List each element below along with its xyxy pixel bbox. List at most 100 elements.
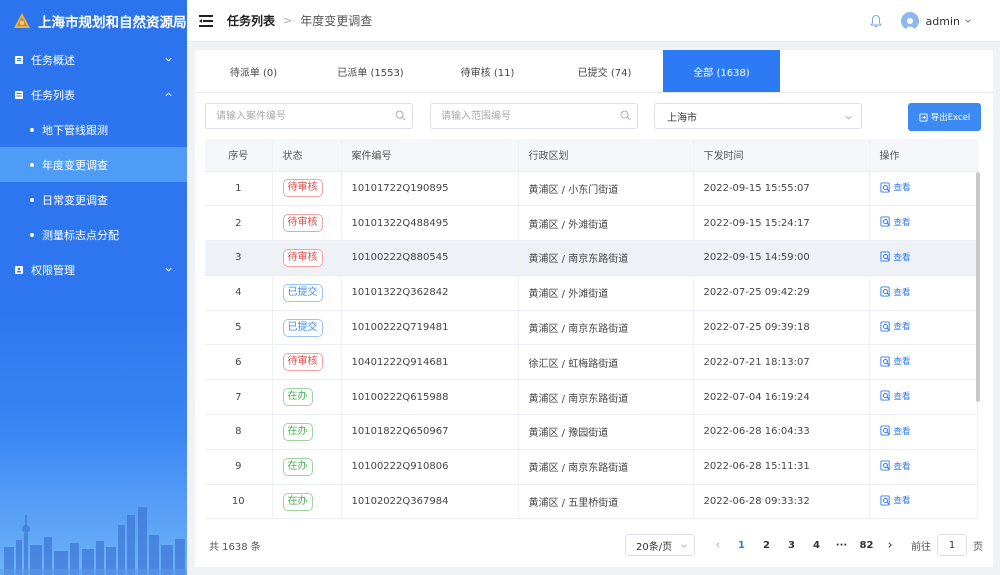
search-icon[interactable] xyxy=(620,110,631,121)
page-number[interactable]: 3 xyxy=(779,534,804,556)
breadcrumb-parent[interactable]: 任务列表 xyxy=(227,12,275,29)
view-button[interactable]: 查看 xyxy=(879,251,911,263)
sidebar-subitem-label: 地下管线跟测 xyxy=(42,123,108,137)
status-badge: 待审核 xyxy=(282,214,323,233)
next-page-button[interactable] xyxy=(879,534,901,556)
sidebar-subitem-survey-markers[interactable]: 测量标志点分配 xyxy=(0,217,187,252)
row-status: 已提交 xyxy=(272,275,342,311)
tab-pending-review[interactable]: 待审核 (11) xyxy=(429,50,546,92)
prev-page-button[interactable] xyxy=(707,534,729,556)
column-header-case-number: 案件编号 xyxy=(341,139,519,172)
table-row[interactable]: 10 在办 10102022Q367984 黄浦区 / 五里桥街道 2022-06-28… xyxy=(205,484,978,520)
view-button[interactable]: 查看 xyxy=(879,216,911,228)
chevron-up-icon xyxy=(165,92,172,97)
table-row[interactable]: 6 待审核 10401222Q914681 徐汇区 / 虹梅路街道 2022-07-21… xyxy=(205,344,978,381)
sidebar-item-label: 权限管理 xyxy=(31,263,75,277)
table-row[interactable]: 1 待审核 10101722Q190895 黄浦区 / 小东门街道 2022-09-15… xyxy=(205,171,978,207)
view-button[interactable]: 查看 xyxy=(879,286,911,298)
brand: 上海市规划和自然资源局 xyxy=(0,0,187,42)
sidebar-menu: 任务概述 任务列表 地下管线跟测 年度变更调查 日常变更调查 测量标志点分配 权… xyxy=(0,42,187,287)
table-row[interactable]: 2 待审核 10101322Q488495 黄浦区 / 外滩街道 2022-09-15 … xyxy=(205,205,978,242)
page-size-select[interactable]: 20条/页 xyxy=(625,534,695,556)
row-region: 黄浦区 / 外滩街道 xyxy=(518,275,694,311)
table-scrollbar[interactable] xyxy=(976,172,980,402)
view-button[interactable]: 查看 xyxy=(879,355,911,367)
sidebar-subitem-pipeline[interactable]: 地下管线跟测 xyxy=(0,112,187,147)
avatar[interactable] xyxy=(900,12,919,30)
chevron-down-icon[interactable] xyxy=(964,17,972,25)
bullet-dot xyxy=(30,197,34,202)
permission-icon xyxy=(15,265,23,274)
row-index: 4 xyxy=(205,275,273,311)
chevron-down-icon xyxy=(845,115,852,120)
pagination-bar: 共 1638 条 20条/页 1234···82 前往 页 xyxy=(205,534,983,556)
column-header-issue-time: 下发时间 xyxy=(693,139,870,172)
breadcrumb-current: 年度变更调查 xyxy=(300,14,373,28)
row-issue-time: 2022-09-15 15:55:07 xyxy=(693,171,870,207)
view-button[interactable]: 查看 xyxy=(879,390,911,402)
row-index: 6 xyxy=(205,344,273,381)
menu-toggle-icon[interactable] xyxy=(199,14,213,27)
table-row[interactable]: 9 在办 10100222Q910806 黄浦区 / 南京东路街道 2022-06-28… xyxy=(205,449,978,485)
view-button[interactable]: 查看 xyxy=(879,494,911,507)
view-icon xyxy=(879,390,890,401)
row-status: 待审核 xyxy=(272,344,342,381)
sidebar-subitem-annual-survey[interactable]: 年度变更调查 xyxy=(0,147,187,182)
tab-pending-dispatch[interactable]: 待派单 (0) xyxy=(195,50,312,92)
export-excel-label: 导出Excel xyxy=(930,113,971,123)
table-row[interactable]: 8 在办 10101822Q650967 黄浦区 / 豫园街道 2022-06-28 1… xyxy=(205,414,978,450)
tab-all[interactable]: 全部 (1638) xyxy=(663,50,780,92)
column-header-index: 序号 xyxy=(205,139,273,172)
sidebar-subitem-daily-survey[interactable]: 日常变更调查 xyxy=(0,182,187,217)
export-excel-button[interactable]: 导出Excel xyxy=(908,103,981,131)
page-number[interactable]: 4 xyxy=(804,534,829,556)
view-button[interactable]: 查看 xyxy=(879,460,911,472)
view-button[interactable]: 查看 xyxy=(879,425,911,437)
view-button-label: 查看 xyxy=(893,496,911,507)
row-index: 5 xyxy=(205,310,273,346)
chevron-down-icon xyxy=(165,57,172,62)
chevron-right-icon xyxy=(888,542,892,548)
page-number[interactable]: 82 xyxy=(854,534,879,556)
list-icon xyxy=(15,90,23,99)
sidebar-item-task-list[interactable]: 任务列表 xyxy=(0,77,187,112)
chevron-down-icon xyxy=(681,544,687,548)
view-button-label: 查看 xyxy=(893,287,911,298)
table-row[interactable]: 7 在办 10100222Q615988 黄浦区 / 南京东路街道 2022-07-04… xyxy=(205,379,978,416)
row-actions: 查看 xyxy=(869,240,978,276)
view-icon xyxy=(879,286,890,297)
page-number[interactable]: 1 xyxy=(729,534,754,556)
table-row[interactable]: 4 已提交 10101322Q362842 黄浦区 / 外滩街道 2022-07-25 … xyxy=(205,275,978,311)
sidebar-item-permissions[interactable]: 权限管理 xyxy=(0,252,187,287)
status-tabs: 待派单 (0) 已派单 (1553) 待审核 (11) 已提交 (74) 全部 … xyxy=(195,50,993,92)
user-icon xyxy=(904,18,916,30)
goto-page-input[interactable] xyxy=(937,534,967,556)
page-number[interactable]: 2 xyxy=(754,534,779,556)
table-row[interactable]: 3 待审核 10100222Q880545 黄浦区 / 南京东路街道 2022-09-1… xyxy=(205,240,978,276)
view-button-label: 查看 xyxy=(893,217,911,228)
username[interactable]: admin xyxy=(926,15,960,28)
row-status: 在办 xyxy=(272,449,342,485)
sidebar-item-overview[interactable]: 任务概述 xyxy=(0,42,187,77)
row-actions: 查看 xyxy=(869,484,978,520)
case-number-input[interactable] xyxy=(205,103,413,129)
page-ellipsis[interactable]: ··· xyxy=(829,534,854,556)
row-index: 1 xyxy=(205,171,273,207)
search-icon[interactable] xyxy=(395,110,406,121)
top-header: 任务列表 > 年度变更调查 admin xyxy=(187,0,1000,42)
tab-submitted[interactable]: 已提交 (74) xyxy=(546,50,663,92)
view-icon xyxy=(879,460,890,471)
notification-icon[interactable] xyxy=(869,14,883,28)
status-badge: 在办 xyxy=(282,422,313,441)
region-select[interactable]: 上海市 xyxy=(654,103,862,129)
view-button-label: 查看 xyxy=(893,426,911,437)
table-row[interactable]: 5 已提交 10100222Q719481 黄浦区 / 南京东路街道 2022-07-2… xyxy=(205,310,978,346)
view-button[interactable]: 查看 xyxy=(879,320,911,332)
page-number-list: 1 2 3 4 ··· 82 xyxy=(729,534,879,556)
view-button[interactable]: 查看 xyxy=(879,181,911,193)
row-status: 在办 xyxy=(272,379,342,416)
bullet-dot xyxy=(30,162,34,167)
tab-dispatched[interactable]: 已派单 (1553) xyxy=(312,50,429,92)
range-number-input[interactable] xyxy=(430,103,638,129)
region-select-value: 上海市 xyxy=(667,112,697,124)
